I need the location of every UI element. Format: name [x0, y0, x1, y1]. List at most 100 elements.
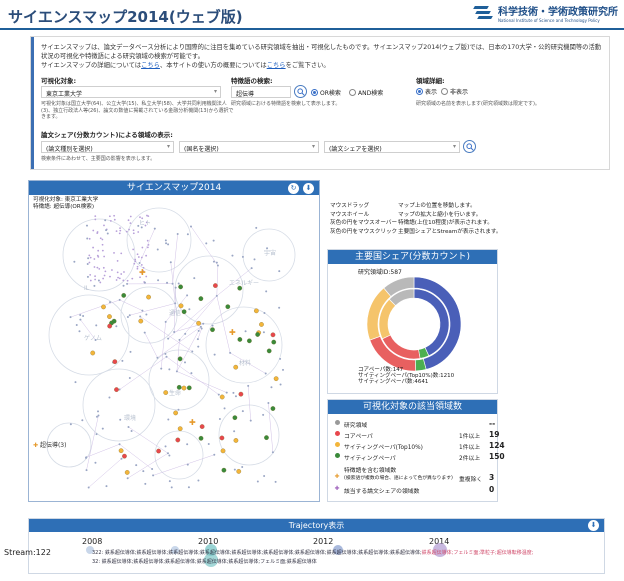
map-area-node	[124, 470, 130, 475]
paper-type-select[interactable]: (論文種別を選択) ▾	[41, 141, 174, 153]
filter-panel: サイエンスマップは、論文データベース分析により国際的に注目を集めている研究領域を…	[30, 36, 610, 170]
stream-row-1[interactable]: 322: 鉄系超伝導体;鉄系超伝導体;鉄系超伝導体;鉄系超伝導体;鉄系超伝導体;…	[92, 549, 533, 556]
map-node	[135, 464, 138, 467]
map-node	[105, 485, 108, 488]
share-donut-chart	[366, 276, 462, 372]
map-area-node	[178, 303, 184, 309]
map-node	[165, 242, 168, 245]
map-node	[132, 232, 135, 235]
map-area-node	[221, 467, 227, 473]
map-node	[116, 271, 119, 274]
map-node	[216, 264, 219, 267]
share-search-button[interactable]	[463, 140, 476, 153]
reset-icon[interactable]: ↻	[288, 183, 299, 194]
help-row: マウスホイール マップの拡大と縮小を行います。	[330, 211, 501, 220]
map-node	[153, 227, 156, 230]
map-node	[69, 423, 72, 426]
country-share-panel: 主要国シェア(分数カウント) 研究領域ID:587 コアペーパ数:147 サイテ…	[327, 249, 498, 394]
map-node	[274, 480, 277, 483]
target-select[interactable]: 東京工業大学 ▾	[41, 86, 221, 98]
map-area-node	[219, 394, 225, 400]
share-stats: コアペーパ数:147 サイティングペーパ(Top10%)数:1210 サイティン…	[358, 367, 455, 386]
map-node	[197, 329, 200, 332]
map-node	[130, 429, 133, 432]
stream-row-2[interactable]: 32: 鉄系超伝導体;鉄系超伝導体;鉄系超伝導体;鉄系超伝導体;鉄系超伝導体;フ…	[92, 558, 317, 565]
map-node	[118, 443, 121, 446]
hide-radio[interactable]: 非表示	[441, 87, 468, 96]
or-search-radio[interactable]: OR検索	[311, 88, 341, 97]
nistep-logo[interactable]: 科学技術・学術政策研究所 National Institute of Scien…	[472, 3, 618, 23]
map-node	[89, 256, 92, 259]
map-area-node	[238, 391, 244, 397]
map-node	[267, 402, 270, 405]
map-area-node	[233, 438, 239, 443]
map-node	[213, 453, 216, 456]
map-node	[129, 215, 132, 218]
map-node	[96, 266, 99, 269]
cluster-label: 通信	[169, 309, 181, 317]
map-node	[188, 308, 191, 311]
science-map-canvas[interactable]: ✚ ✚ ✚ IL ヒトゲノム 通信 エネルギー材料生命環境 宇宙	[29, 195, 319, 501]
map-node	[119, 229, 122, 232]
map-node	[73, 260, 76, 263]
map-node	[177, 408, 180, 411]
share-select[interactable]: (論文シェアを選択) ▾	[324, 141, 460, 153]
country-select[interactable]: (国名を選択) ▾	[179, 141, 319, 153]
map-node	[118, 388, 121, 391]
map-node	[87, 257, 90, 260]
science-map-panel: サイエンスマップ2014 ↻ ⬇ ✚ ✚ ✚ IL ヒト ゲノム 通信 エネルギー 材料 生命 環境…	[28, 180, 320, 502]
map-link	[216, 265, 219, 296]
map-area-node	[122, 453, 127, 459]
map-node	[151, 468, 154, 471]
chevron-down-icon: ▾	[452, 143, 456, 150]
show-radio[interactable]: 表示	[416, 87, 437, 96]
count-label: (検索語が複数の場合、語によって色が異なります)	[344, 476, 453, 481]
map-node	[191, 350, 194, 353]
map-node	[278, 270, 281, 273]
map-node	[118, 277, 121, 280]
map-node	[106, 232, 109, 235]
map-node	[138, 262, 141, 265]
map-node	[234, 395, 237, 398]
map-node	[139, 315, 142, 318]
map-node	[129, 222, 132, 225]
keyword-input[interactable]: 超伝導	[231, 86, 291, 98]
map-node	[253, 258, 256, 261]
map-node	[86, 275, 89, 278]
map-area-node	[259, 322, 264, 327]
map-link	[216, 295, 231, 353]
map-node	[132, 229, 135, 232]
map-node	[233, 468, 236, 471]
plus-icon: ✚	[229, 328, 236, 337]
map-node	[121, 359, 124, 362]
usage-link[interactable]: こちら	[267, 62, 286, 69]
map-area-node	[198, 435, 204, 441]
map-node	[97, 410, 100, 413]
map-node	[218, 418, 221, 421]
intro-text: サイエンスマップは、論文データベース分析により国際的に注目を集めている研究領域を…	[41, 44, 602, 69]
map-node	[186, 233, 189, 236]
download-icon[interactable]: ⬇	[303, 183, 314, 194]
search-icon	[297, 88, 305, 96]
count-label: サイティングペーパ	[344, 456, 396, 462]
map-node	[200, 327, 203, 330]
map-node	[141, 309, 144, 312]
count-row: ✚ (検索語が複数の場合、語によって色が異なります) 重複除く 3	[332, 473, 497, 484]
map-area-node	[112, 359, 118, 365]
details-link[interactable]: こちら	[141, 62, 160, 69]
count-label: 研究領域	[344, 423, 368, 429]
download-icon[interactable]: ⬇	[588, 520, 599, 531]
map-node	[145, 254, 148, 257]
map-node	[168, 454, 171, 457]
map-node	[140, 256, 143, 259]
map-node	[266, 247, 269, 250]
map-node	[186, 294, 189, 297]
trajectory-bubbles	[86, 543, 447, 567]
map-link	[172, 234, 178, 284]
and-search-radio[interactable]: AND検索	[349, 88, 383, 97]
map-node	[93, 284, 96, 287]
keyword-search-button[interactable]	[294, 85, 307, 98]
map-area-node	[138, 318, 144, 324]
map-link	[144, 332, 158, 358]
map-area-node	[114, 387, 119, 392]
